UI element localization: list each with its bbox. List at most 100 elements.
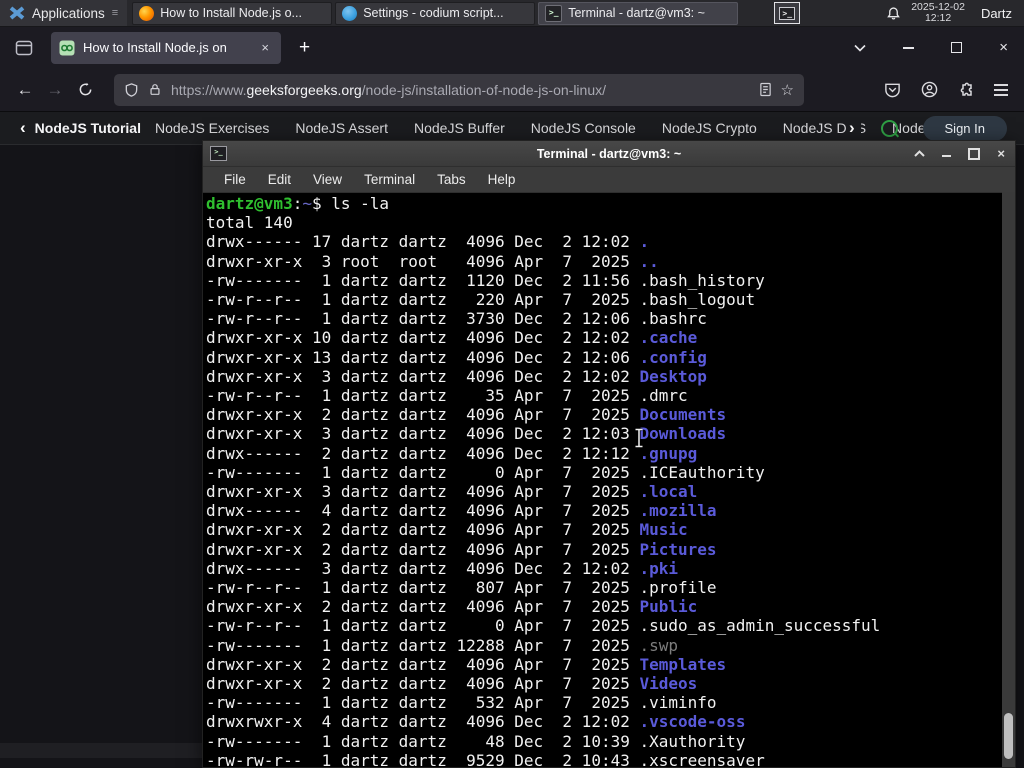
page-footer-strip [0, 743, 202, 758]
tray-terminal-icon[interactable]: >_ [774, 2, 801, 24]
terminal-line: -rw-r--r-- 1 dartz dartz 35 Apr 7 2025 .… [206, 386, 688, 406]
reload-button[interactable] [70, 82, 100, 97]
terminal-line: drwxr-xr-x 2 dartz dartz 4096 Apr 7 2025… [206, 654, 727, 674]
terminal-scrollbar[interactable] [1002, 192, 1015, 767]
terminal-window: >_ Terminal - dartz@vm3: ~ × File Edit Vie… [202, 140, 1016, 768]
clock[interactable]: 2025-12-02 12:12 [911, 2, 965, 24]
terminal-line: dartz@vm3:~$ ls -la [206, 194, 390, 213]
tab-title-fade [227, 31, 255, 64]
taskbar: How to Install Node.js o... Settings - co… [132, 1, 739, 25]
nav-item[interactable]: NodeJS Console [531, 120, 636, 136]
top-panel: Applications ≡ How to Install Node.js o.… [0, 0, 1024, 27]
terminal-line: drwxr-xr-x 2 dartz dartz 4096 Apr 7 2025… [206, 539, 717, 559]
terminal-close-icon[interactable]: × [997, 147, 1005, 160]
terminal-line: drwxr-xr-x 3 dartz dartz 4096 Dec 2 12:0… [206, 424, 727, 444]
tab-close-icon[interactable]: × [257, 38, 273, 57]
user-menu[interactable]: Dartz [981, 6, 1016, 21]
browser-tab[interactable]: How to Install Node.js on × [51, 31, 281, 64]
terminal-menu-item[interactable]: Edit [257, 172, 302, 187]
list-tabs-icon[interactable] [854, 44, 866, 52]
window-controls: × [854, 40, 1024, 55]
nav-item[interactable]: NodeJS Exercises [155, 120, 269, 136]
nav-item[interactable]: NodeJS Crypto [662, 120, 757, 136]
terminal-line: -rw------- 1 dartz dartz 0 Apr 7 2025 .I… [206, 462, 765, 482]
terminal-line: drwxr-xr-x 2 dartz dartz 4096 Apr 7 2025… [206, 520, 688, 540]
terminal-line: -rw------- 1 dartz dartz 1120 Dec 2 11:5… [206, 270, 765, 290]
notification-bell-icon[interactable] [886, 6, 901, 21]
terminal-line: drwx------ 17 dartz dartz 4096 Dec 2 12:… [206, 232, 650, 252]
terminal-line: drwxr-xr-x 2 dartz dartz 4096 Apr 7 2025… [206, 597, 698, 617]
terminal-line: drwxr-xr-x 3 root root 4096 Apr 7 2025 .… [206, 251, 659, 271]
terminal-titlebar[interactable]: >_ Terminal - dartz@vm3: ~ × [203, 141, 1015, 167]
terminal-line: drwx------ 2 dartz dartz 4096 Dec 2 12:1… [206, 443, 698, 463]
terminal-shade-icon[interactable] [914, 150, 926, 157]
pocket-icon[interactable] [884, 82, 901, 98]
lock-icon[interactable] [148, 82, 162, 97]
terminal-menu-item[interactable]: Tabs [426, 172, 477, 187]
gfg-favicon [59, 40, 75, 56]
browser-toolbar: ← → https://www.geeksforgeeks.org/node-j… [0, 68, 1024, 112]
terminal-title: Terminal - dartz@vm3: ~ [536, 146, 682, 161]
new-tab-button[interactable]: + [293, 37, 316, 59]
window-maximize-icon[interactable] [951, 42, 963, 53]
nav-back-chevron-icon[interactable]: ‹ [20, 118, 26, 138]
panel-right: >_ 2025-12-02 12:12 Dartz [774, 2, 1024, 24]
menu-lines-icon: ≡ [111, 7, 119, 19]
terminal-line: drwxrwxr-x 4 dartz dartz 4096 Dec 2 12:0… [206, 712, 746, 732]
shield-icon[interactable] [124, 82, 139, 98]
nav-item[interactable]: NodeJS Buffer [414, 120, 505, 136]
taskbar-button[interactable]: How to Install Node.js o... [132, 1, 333, 25]
forward-button[interactable]: → [40, 80, 70, 100]
browser-tab-bar: How to Install Node.js on × + × [0, 27, 1024, 68]
terminal-line: -rw------- 1 dartz dartz 12288 Apr 7 202… [206, 635, 679, 655]
terminal-line: -rw------- 1 dartz dartz 532 Apr 7 2025 … [206, 693, 717, 713]
terminal-menu-item[interactable]: Help [477, 172, 527, 187]
terminal-line: drwx------ 4 dartz dartz 4096 Apr 7 2025… [206, 501, 717, 521]
codium-icon [342, 5, 358, 21]
terminal-menu-item[interactable]: Terminal [353, 172, 426, 187]
url-path: /node-js/installation-of-node-js-on-linu… [361, 81, 606, 98]
url-bar[interactable]: https://www.geeksforgeeks.org/node-js/in… [114, 73, 804, 106]
applications-label: Applications [32, 5, 105, 21]
applications-menu[interactable]: Applications ≡ [0, 0, 128, 26]
window-close-icon[interactable]: × [999, 40, 1008, 55]
terminal-window-controls: × [914, 147, 1015, 160]
terminal-prompt-glyph: >_ [779, 6, 796, 20]
url-prefix: https://www. [171, 81, 247, 98]
taskbar-button-label: How to Install Node.js o... [160, 6, 302, 20]
terminal-menu-item[interactable]: File [213, 172, 257, 187]
account-icon[interactable] [921, 81, 938, 98]
terminal-line: -rw-rw-r-- 1 dartz dartz 9529 Dec 2 10:4… [206, 750, 765, 767]
search-icon[interactable] [881, 120, 898, 137]
scrollbar-thumb[interactable] [1004, 713, 1013, 759]
back-button[interactable]: ← [10, 80, 40, 100]
firefox-view-icon[interactable] [14, 38, 34, 58]
extensions-icon[interactable] [958, 82, 974, 98]
terminal-line: -rw------- 1 dartz dartz 48 Dec 2 10:39 … [206, 731, 746, 751]
url-text: https://www.geeksforgeeks.org/node-js/in… [171, 82, 750, 98]
terminal-menu-item[interactable]: View [302, 172, 353, 187]
nav-item[interactable]: NodeJS Assert [295, 120, 388, 136]
toolbar-right-icons [884, 81, 1024, 98]
terminal-line: drwxr-xr-x 10 dartz dartz 4096 Dec 2 12:… [206, 328, 698, 348]
terminal-line: -rw-r--r-- 1 dartz dartz 807 Apr 7 2025 … [206, 578, 717, 598]
terminal-body: dartz@vm3:~$ ls -la total 140 drwx------ 1… [203, 192, 1015, 767]
reader-mode-icon[interactable] [759, 82, 772, 97]
app-menu-icon[interactable] [994, 83, 1008, 96]
terminal-output[interactable]: dartz@vm3:~$ ls -la total 140 drwx------ 1… [206, 194, 1001, 767]
terminal-line: drwx------ 3 dartz dartz 4096 Dec 2 12:0… [206, 558, 679, 578]
taskbar-button-label: Terminal - dartz@vm3: ~ [568, 6, 705, 20]
taskbar-button-label: Settings - codium script... [363, 6, 504, 20]
terminal-maximize-icon[interactable] [968, 147, 981, 160]
nav-item-tutorial[interactable]: NodeJS Tutorial [35, 120, 141, 136]
terminal-icon: >_ [210, 146, 227, 161]
taskbar-button[interactable]: Settings - codium script... [335, 1, 536, 25]
terminal-minimize-icon[interactable] [942, 150, 952, 157]
gfg-nav-items: NodeJS Exercises NodeJS Assert NodeJS Buff… [155, 120, 926, 136]
sign-in-button[interactable]: Sign In [922, 116, 1007, 141]
window-minimize-icon[interactable] [903, 46, 915, 49]
clock-time: 12:12 [924, 12, 952, 24]
taskbar-button[interactable]: >_ Terminal - dartz@vm3: ~ [538, 1, 739, 25]
bookmark-star-icon[interactable]: ☆ [781, 81, 794, 99]
terminal-line: -rw-r--r-- 1 dartz dartz 3730 Dec 2 12:0… [206, 309, 707, 329]
